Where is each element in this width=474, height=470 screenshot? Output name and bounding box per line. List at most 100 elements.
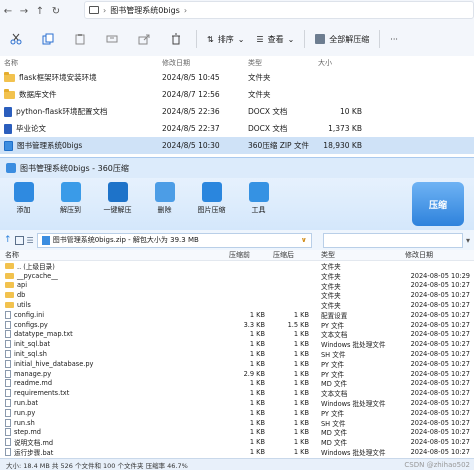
tools-button[interactable]: 工具 [235, 182, 282, 215]
zip-row[interactable]: configs.py 3.3 KB 1.5 KB PY 文件 2024-08-05 10… [0, 320, 474, 330]
zip-item-name: .. (上级目录) [17, 262, 55, 271]
zip-item-compressed: 1 KB [293, 340, 309, 349]
grid-view-icon[interactable] [14, 235, 24, 245]
breadcrumb-folder[interactable]: 图书管理系统0bigs [110, 5, 180, 16]
zip-item-name: config.ini [14, 310, 45, 319]
extract-to-button[interactable]: 解压到 [47, 182, 94, 215]
file-icon [5, 379, 11, 388]
zip-item-type: Windows 批处理文件 [321, 341, 386, 350]
search-dropdown-icon[interactable]: ▾ [466, 236, 470, 245]
view-button[interactable]: ☰ 查看 ⌄ [250, 28, 300, 50]
file-row[interactable]: 毕业论文 2024/8/5 22:37 DOCX 文档 1,373 KB [0, 120, 474, 137]
folder-icon [4, 72, 15, 82]
zip-row[interactable]: utils 文件夹 2024-08-05 10:27 [0, 300, 474, 310]
zip-row[interactable]: init_sql.bat 1 KB 1 KB Windows 批处理文件 2024-08… [0, 339, 474, 349]
column-type[interactable]: 类型 [246, 58, 316, 68]
column-date[interactable]: 修改日期 [160, 58, 246, 68]
zip-row[interactable]: run.py 1 KB 1 KB PY 文件 2024-08-05 10:27 [0, 408, 474, 418]
image-compress-label: 图片压缩 [197, 206, 226, 214]
paste-icon[interactable] [64, 28, 96, 50]
copy-icon[interactable] [32, 28, 64, 50]
zip-toolbar: 添加 解压到 一键解压 删除 图片压缩 工具 压缩 [0, 178, 474, 230]
file-name: 毕业论文 [16, 124, 46, 133]
zcol-size[interactable]: 压缩前 [185, 250, 269, 260]
zcol-modified[interactable]: 修改日期 [385, 250, 470, 260]
zip-item-modified: 2024-08-05 10:29 [410, 271, 470, 280]
up-arrow-icon[interactable]: ↑ [4, 235, 12, 245]
zip-row[interactable]: manage.py 2.9 KB 1 KB PY 文件 2024-08-05 10:27 [0, 369, 474, 379]
zip-row[interactable]: 说明文档.md 1 KB 1 KB MD 文件 2024-08-05 10:27 [0, 437, 474, 447]
file-icon [5, 330, 11, 339]
zip-row[interactable]: readme.md 1 KB 1 KB MD 文件 2024-08-05 10:27 [0, 379, 474, 388]
cut-icon[interactable] [0, 28, 32, 50]
file-row[interactable]: 图书管理系统0bigs 2024/8/5 10:30 360压缩 ZIP 文件 18,… [0, 137, 474, 154]
zip-item-compressed: 1 KB [293, 359, 309, 368]
file-type: 360压缩 ZIP 文件 [248, 141, 309, 150]
file-name: flask框架环境安装环境 [19, 73, 97, 82]
forward-icon[interactable]: → [16, 6, 32, 17]
zip-title-bar: 图书管理系统0bigs - 360压缩 [0, 158, 474, 178]
column-name[interactable]: 名称 [0, 58, 160, 68]
zip-row[interactable]: 运行步骤.bat 1 KB 1 KB Windows 批处理文件 2024-08-05 … [0, 447, 474, 457]
zip-window-title: 图书管理系统0bigs - 360压缩 [20, 163, 129, 173]
docx-file-icon [4, 123, 12, 134]
file-row[interactable]: 数据库文件 2024/8/7 12:56 文件夹 [0, 86, 474, 103]
file-icon [5, 418, 11, 427]
file-icon [5, 369, 11, 378]
zip-item-type: 文件夹 [321, 272, 341, 281]
file-row[interactable]: python-flask环境配置文档 2024/8/5 22:36 DOCX 文档 1… [0, 103, 474, 120]
refresh-icon[interactable]: ↻ [48, 6, 64, 17]
back-icon[interactable]: ← [0, 6, 16, 17]
zip-row[interactable]: config.ini 1 KB 1 KB 配置设置 2024-08-05 10:27 [0, 310, 474, 320]
zcol-type[interactable]: 类型 [313, 250, 385, 260]
address-bar[interactable]: › 图书管理系统0bigs › [84, 1, 474, 19]
zip-search-input[interactable] [322, 232, 463, 248]
up-icon[interactable]: ↑ [32, 6, 48, 17]
zip-item-type: SH 文件 [321, 351, 346, 360]
file-size: 1,373 KB [328, 124, 362, 133]
zip-row[interactable]: .. (上级目录) 文件夹 [0, 261, 474, 271]
column-size[interactable]: 大小 [316, 58, 362, 68]
zip-item-size: 2.9 KB [243, 369, 265, 378]
zip-item-size: 1 KB [249, 359, 265, 368]
zip-row[interactable]: __pycache__ 文件夹 2024-08-05 10:29 [0, 271, 474, 281]
add-button[interactable]: 添加 [0, 182, 47, 215]
zip-row[interactable]: initial_hive_database.py 1 KB 1 KB PY 文件 202… [0, 359, 474, 369]
zip-row[interactable]: run.sh 1 KB 1 KB SH 文件 2024-08-05 10:27 [0, 418, 474, 428]
tools-icon [248, 182, 269, 202]
delete-button[interactable]: 删除 [141, 182, 188, 215]
path-dropdown-icon[interactable]: ∨ [301, 236, 307, 244]
zcol-name[interactable]: 名称 [0, 250, 185, 260]
zip-item-modified: 2024-08-05 10:27 [410, 330, 470, 339]
zip-row[interactable]: requirements.txt 1 KB 1 KB 文本文档 2024-08-05 1… [0, 388, 474, 398]
zip-path-text: 图书管理系统0bigs.zip - 解包大小为 39.3 MB [52, 236, 199, 244]
image-compress-button[interactable]: 图片压缩 [188, 182, 235, 215]
zip-row[interactable]: step.md 1 KB 1 KB MD 文件 2024-08-05 10:27 [0, 428, 474, 437]
zip-item-compressed: 1 KB [293, 418, 309, 427]
share-icon[interactable] [128, 28, 160, 50]
zip-item-modified: 2024-08-05 10:27 [410, 281, 470, 290]
one-click-extract-button[interactable]: 一键解压 [94, 182, 141, 215]
file-list-header: 名称 修改日期 类型 大小 [0, 56, 474, 69]
zip-row[interactable]: datatype_map.txt 1 KB 1 KB 文本文档 2024-08-05 1… [0, 330, 474, 339]
zip-item-modified: 2024-08-05 10:27 [410, 389, 470, 398]
rename-icon[interactable] [96, 28, 128, 50]
zcol-compressed[interactable]: 压缩后 [269, 250, 313, 260]
zip-row[interactable]: db 文件夹 2024-08-05 10:27 [0, 290, 474, 300]
zip-row[interactable]: run.bat 1 KB 1 KB Windows 批处理文件 2024-08-05 1… [0, 398, 474, 408]
toolbar-divider [196, 30, 197, 48]
zip-item-size: 3.3 KB [243, 320, 265, 329]
zip-row[interactable]: api 文件夹 2024-08-05 10:27 [0, 281, 474, 291]
file-row[interactable]: flask框架环境安装环境 2024/8/5 10:45 文件夹 [0, 69, 474, 86]
more-button[interactable]: ··· [384, 28, 404, 50]
extract-all-button[interactable]: 全部解压缩 [309, 28, 375, 50]
zip-row[interactable]: init_sql.sh 1 KB 1 KB SH 文件 2024-08-05 10:27 [0, 349, 474, 359]
zip-item-type: Windows 批处理文件 [321, 400, 386, 409]
list-view-icon[interactable]: ☰ [27, 236, 34, 245]
sort-button[interactable]: ⇅ 排序 ⌄ [201, 28, 250, 50]
zip-item-type: 文件夹 [321, 262, 341, 271]
delete-icon[interactable] [160, 28, 192, 50]
zip-path-field[interactable]: 图书管理系统0bigs.zip - 解包大小为 39.3 MB ∨ [36, 232, 312, 248]
folder-icon [4, 89, 15, 99]
zip-name-cell: __pycache__ [0, 272, 185, 280]
